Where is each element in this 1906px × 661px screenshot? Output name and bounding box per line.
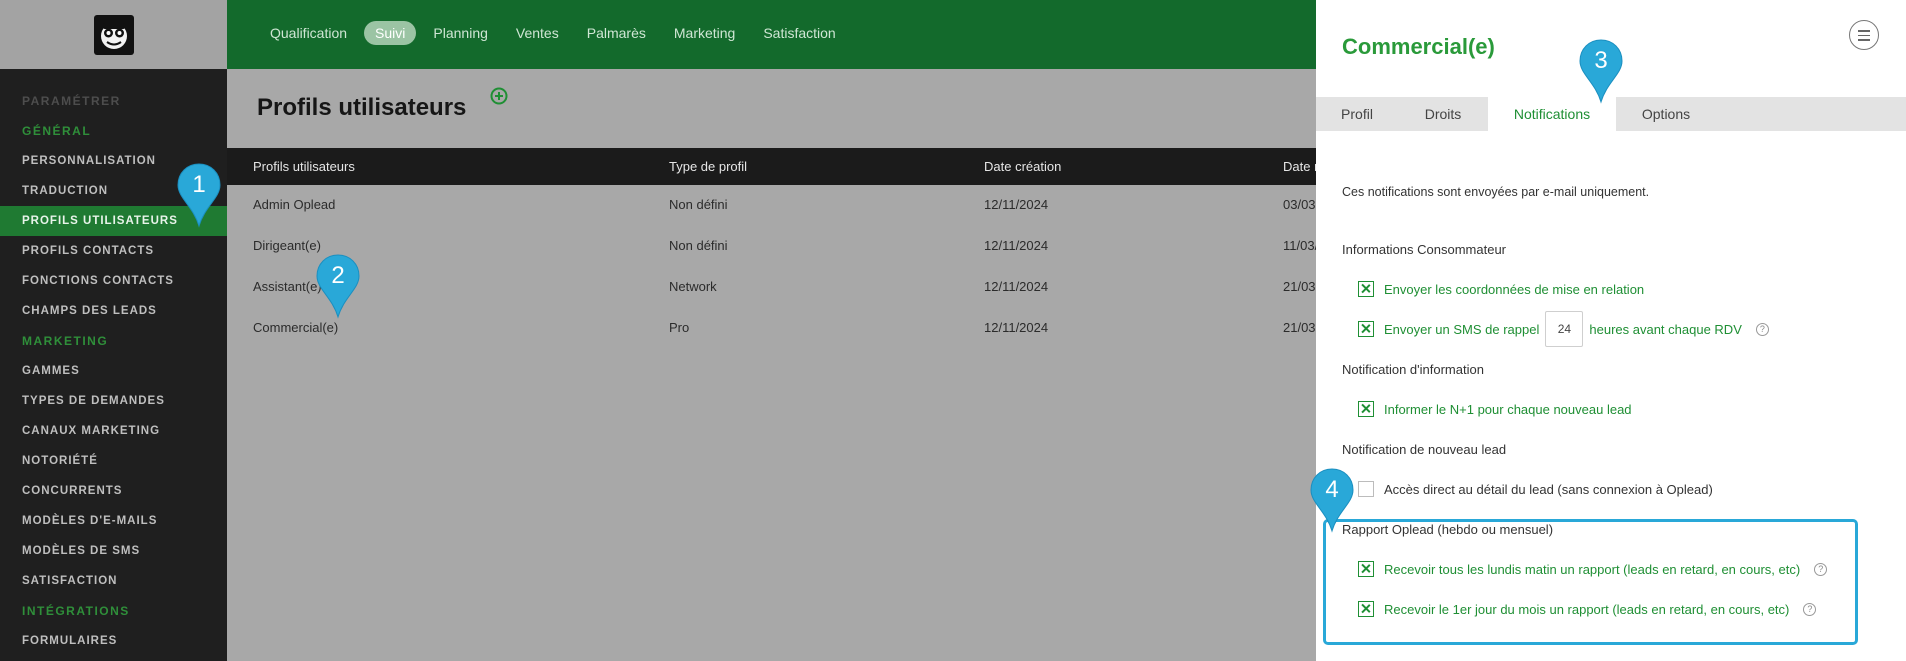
sidebar-item-satisfaction[interactable]: SATISFACTION xyxy=(0,566,227,596)
cell-profile-name: Admin Oplead xyxy=(253,197,336,212)
option-inform-n1[interactable]: Informer le N+1 pour chaque nouveau lead xyxy=(1358,401,1632,417)
table-row[interactable]: Dirigeant(e) Non défini 12/11/2024 11/03… xyxy=(227,226,1367,267)
cell-profile-type: Non défini xyxy=(669,238,728,253)
sms-hours-input[interactable]: 24 xyxy=(1545,311,1584,347)
sidebar-item-fonctions-contacts[interactable]: FONCTIONS CONTACTS xyxy=(0,266,227,296)
panel-title: Commercial(e) xyxy=(1342,34,1495,59)
tab-options[interactable]: Options xyxy=(1616,97,1716,131)
marker-number: 4 xyxy=(1325,476,1339,503)
cell-date-creation: 12/11/2024 xyxy=(984,238,1049,253)
cell-profile-type: Non défini xyxy=(669,197,728,212)
cell-date-modification: 21/03 xyxy=(1283,320,1316,335)
section-parametrer: PARAMÉTRER xyxy=(22,94,121,108)
logo-area xyxy=(0,0,227,69)
column-header-profil[interactable]: Profils utilisateurs xyxy=(253,159,355,174)
marker-number: 3 xyxy=(1594,47,1608,74)
step-marker-4: 4 xyxy=(1308,467,1356,533)
main-content: Profils utilisateurs Profils utilisateur… xyxy=(227,69,1367,661)
cell-profile-name: Commercial(e) xyxy=(253,320,339,335)
nav-suivi[interactable]: Suivi xyxy=(364,21,417,45)
column-header-date-creation[interactable]: Date création xyxy=(984,159,1061,174)
tab-droits[interactable]: Droits xyxy=(1398,97,1488,131)
sidebar-item-canaux-marketing[interactable]: CANAUX MARKETING xyxy=(0,416,227,446)
cell-profile-type: Network xyxy=(669,279,717,294)
cell-date-modification: 11/03/ xyxy=(1283,238,1319,253)
help-icon[interactable]: ? xyxy=(1755,322,1769,336)
step-marker-2: 2 xyxy=(314,253,362,319)
group-notification-information: Notification d'information xyxy=(1342,362,1484,377)
section-general: GÉNÉRAL xyxy=(22,124,92,138)
group-notification-nouveau-lead: Notification de nouveau lead xyxy=(1342,442,1507,457)
option-direct-access[interactable]: Accès direct au détail du lead (sans con… xyxy=(1358,481,1713,497)
sidebar: PARAMÉTRER GÉNÉRAL PERSONNALISATION TRAD… xyxy=(0,0,227,661)
option-sms-reminder[interactable]: Envoyer un SMS de rappel 24 heures avant… xyxy=(1358,311,1769,347)
option-label: Informer le N+1 pour chaque nouveau lead xyxy=(1384,401,1632,417)
table-row[interactable]: Assistant(e) Network 12/11/2024 21/03 xyxy=(227,267,1367,308)
nav-marketing[interactable]: Marketing xyxy=(663,21,746,45)
cell-profile-type: Pro xyxy=(669,320,690,335)
sidebar-item-modeles-sms[interactable]: MODÈLES DE SMS xyxy=(0,536,227,566)
sidebar-item-notoriete[interactable]: NOTORIÉTÉ xyxy=(0,446,227,476)
marker-number: 2 xyxy=(331,262,345,289)
option-label: Accès direct au détail du lead (sans con… xyxy=(1384,481,1713,497)
step-marker-3: 3 xyxy=(1577,38,1625,104)
sidebar-item-profils-contacts[interactable]: PROFILS CONTACTS xyxy=(0,236,227,266)
rapport-highlight-box xyxy=(1323,519,1858,645)
option-send-contact[interactable]: Envoyer les coordonnées de mise en relat… xyxy=(1358,281,1644,297)
cell-date-modification: 03/03 xyxy=(1283,197,1316,212)
sidebar-item-modeles-emails[interactable]: MODÈLES D'E-MAILS xyxy=(0,506,227,536)
cell-date-creation: 12/11/2024 xyxy=(984,320,1049,335)
column-header-type[interactable]: Type de profil xyxy=(669,159,747,174)
step-marker-1: 1 xyxy=(175,162,223,228)
nav-ventes[interactable]: Ventes xyxy=(505,21,570,45)
sidebar-item-champs-des-leads[interactable]: CHAMPS DES LEADS xyxy=(0,296,227,326)
add-profile-plus-icon[interactable] xyxy=(490,87,508,105)
nav-palmares[interactable]: Palmarès xyxy=(576,21,657,45)
top-navigation: Qualification Suivi Planning Ventes Palm… xyxy=(227,0,1367,69)
checkbox-checked[interactable] xyxy=(1358,401,1374,417)
cell-date-modification: 21/03 xyxy=(1283,279,1316,294)
profiles-table-header: Profils utilisateurs Type de profil Date… xyxy=(227,148,1367,185)
checkbox-unchecked[interactable] xyxy=(1358,481,1374,497)
sidebar-item-concurrents[interactable]: CONCURRENTS xyxy=(0,476,227,506)
section-integrations: INTÉGRATIONS xyxy=(22,604,130,618)
nav-qualification[interactable]: Qualification xyxy=(259,21,358,45)
sidebar-item-formulaires[interactable]: FORMULAIRES xyxy=(0,626,227,656)
monkey-logo-icon xyxy=(100,22,127,49)
option-label-suffix: heures avant chaque RDV xyxy=(1589,321,1742,337)
cell-date-creation: 12/11/2024 xyxy=(984,197,1049,212)
sidebar-item-gammes[interactable]: GAMMES xyxy=(0,356,227,386)
table-row[interactable]: Admin Oplead Non défini 12/11/2024 03/03 xyxy=(227,185,1367,226)
cell-profile-name: Dirigeant(e) xyxy=(253,238,321,253)
option-label: Envoyer les coordonnées de mise en relat… xyxy=(1384,281,1645,297)
page-title: Profils utilisateurs xyxy=(257,94,467,121)
checkbox-checked[interactable] xyxy=(1358,321,1374,337)
cell-date-creation: 12/11/2024 xyxy=(984,279,1049,294)
oplead-logo[interactable] xyxy=(93,14,134,55)
cell-profile-name: Assistant(e) xyxy=(253,279,322,294)
table-row[interactable]: Commercial(e) Pro 12/11/2024 21/03 xyxy=(227,308,1367,349)
top-nav-tabs: Qualification Suivi Planning Ventes Palm… xyxy=(259,21,847,45)
email-only-note: Ces notifications sont envoyées par e-ma… xyxy=(1342,185,1650,199)
nav-planning[interactable]: Planning xyxy=(422,21,499,45)
tab-profil[interactable]: Profil xyxy=(1316,97,1398,131)
panel-menu-hamburger-icon[interactable] xyxy=(1849,20,1879,50)
group-informations-consommateur: Informations Consommateur xyxy=(1342,242,1507,257)
sidebar-item-types-de-demandes[interactable]: TYPES DE DEMANDES xyxy=(0,386,227,416)
option-label: Envoyer un SMS de rappel xyxy=(1384,321,1540,337)
section-marketing: MARKETING xyxy=(22,334,109,348)
nav-satisfaction[interactable]: Satisfaction xyxy=(752,21,846,45)
checkbox-checked[interactable] xyxy=(1358,281,1374,297)
marker-number: 1 xyxy=(192,171,206,198)
